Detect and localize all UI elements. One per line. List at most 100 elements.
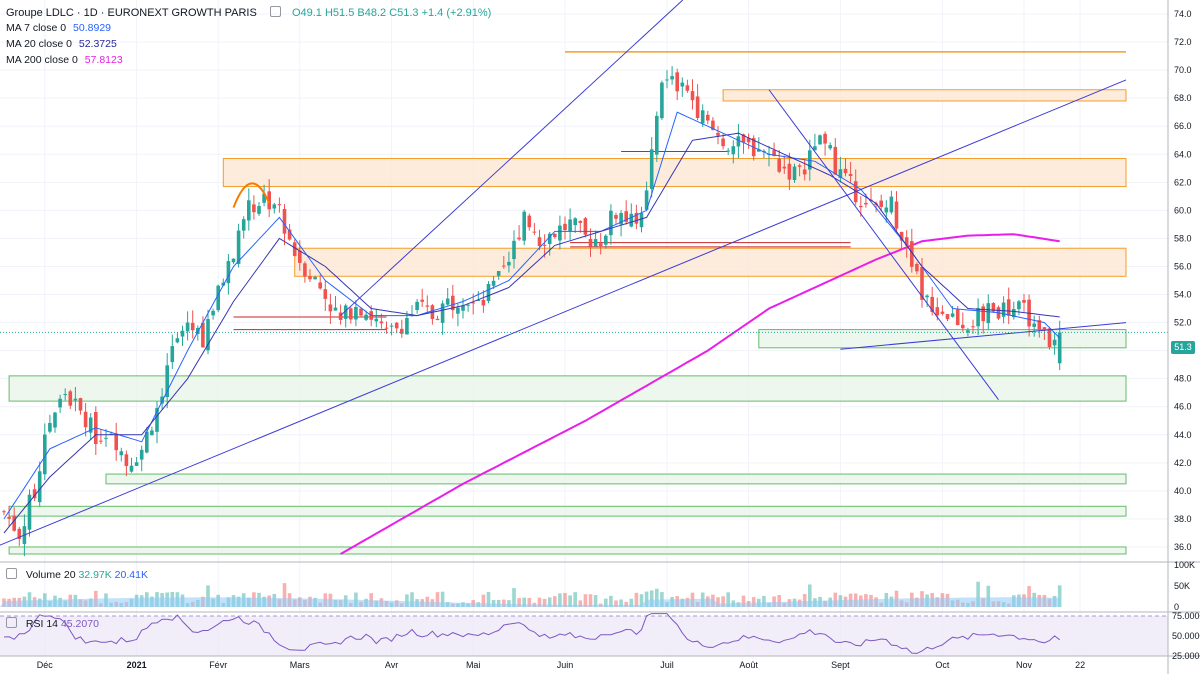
rsi-band: [0, 616, 1168, 656]
y-tick-label: 60.0: [1174, 205, 1192, 215]
y-tick-label: 44.0: [1174, 430, 1192, 440]
candle-body: [1052, 339, 1057, 346]
candle-body: [415, 301, 419, 310]
y-tick-label: 52.0: [1174, 318, 1192, 328]
x-tick-label: 22: [1075, 660, 1085, 670]
candle-body: [73, 398, 78, 401]
candle-body: [134, 462, 139, 466]
collapse-icon[interactable]: [6, 568, 17, 579]
candle-body: [99, 440, 103, 442]
y-tick-label: 46.0: [1174, 402, 1192, 412]
chart-svg[interactable]: 36.038.040.042.044.046.048.050.052.054.0…: [0, 0, 1200, 674]
legend-ma200[interactable]: MA 200 close 0 57.8123: [6, 54, 127, 66]
candle-body: [58, 398, 62, 408]
candle-body: [848, 173, 853, 176]
candle-body: [517, 237, 521, 240]
candle-body: [364, 314, 368, 320]
candle-body: [797, 165, 802, 167]
candle-body: [507, 261, 511, 266]
candle-body: [420, 299, 424, 302]
candle-body: [328, 304, 333, 312]
candle-body: [894, 201, 899, 229]
candle-body: [716, 132, 720, 136]
legend-rsi[interactable]: RSI 14 45.2070: [6, 617, 99, 630]
candle-body: [491, 280, 496, 286]
support-zone: [8, 505, 1127, 517]
candle-body: [695, 96, 700, 118]
candle-body: [542, 244, 547, 246]
price-badge-text: 51.3: [1174, 342, 1192, 352]
resistance-zone: [722, 89, 1127, 102]
rsi-label: RSI 14: [25, 618, 59, 630]
y-tick-label: 66.0: [1174, 121, 1192, 131]
candle-body: [1001, 302, 1006, 317]
candle-body: [216, 285, 220, 311]
candle-body: [104, 437, 108, 439]
candle-body: [211, 310, 215, 316]
candle-body: [1022, 300, 1026, 303]
legend-volume[interactable]: Volume 20 32.97K 20.41K: [6, 568, 148, 581]
candle-body: [955, 309, 960, 326]
candle-body: [165, 365, 169, 398]
y-tick-label: 36.0: [1174, 542, 1192, 552]
candle-body: [563, 223, 567, 230]
x-tick-label: Juin: [557, 660, 574, 670]
candle-body: [139, 449, 144, 460]
candle-body: [583, 218, 588, 235]
candle-body: [379, 321, 384, 324]
y-tick-label: 48.0: [1174, 374, 1192, 384]
candle-body: [792, 166, 797, 181]
ma200-label: MA 200 close 0: [6, 54, 78, 66]
candle-body: [282, 208, 287, 234]
candle-body: [1047, 328, 1052, 348]
rsi-tick-label: 75.0000: [1172, 611, 1200, 621]
candle-body: [818, 135, 822, 145]
candle-body: [593, 239, 598, 247]
candle-body: [119, 451, 124, 456]
candle-body: [700, 110, 705, 124]
candle-body: [338, 312, 343, 320]
collapse-icon[interactable]: [6, 617, 17, 628]
x-tick-label: Août: [739, 660, 758, 670]
candle-body: [502, 265, 506, 267]
ma200-value: 57.8123: [84, 54, 123, 66]
candle-body: [553, 233, 557, 238]
candle-body: [359, 308, 363, 316]
candle-body: [884, 207, 889, 213]
candle-body: [400, 328, 404, 334]
volume-tick-label: 100K: [1174, 560, 1195, 570]
volume-ma-value: 20.41K: [114, 569, 148, 581]
candle-body: [349, 308, 353, 320]
x-tick-label: Mars: [290, 660, 310, 670]
volume-tick-label: 50K: [1174, 581, 1190, 591]
candle-body: [629, 213, 634, 227]
candle-body: [323, 289, 328, 299]
support-zone: [105, 473, 1127, 485]
candle-body: [925, 295, 929, 298]
candle-body: [915, 263, 919, 272]
rsi-tick-label: 25.0000: [1172, 651, 1200, 661]
volume-pane: [0, 581, 1062, 607]
y-tick-label: 64.0: [1174, 149, 1192, 159]
eye-icon[interactable]: [269, 6, 281, 17]
candle-body: [257, 206, 261, 214]
x-tick-label: Juil: [660, 660, 674, 670]
candle-body: [889, 196, 894, 213]
candle-body: [726, 150, 730, 152]
candle-body: [864, 202, 868, 205]
candle-body: [675, 72, 679, 92]
candle-body: [787, 163, 792, 180]
candle-body: [1006, 299, 1011, 316]
x-tick-label: Mai: [466, 660, 481, 670]
legend-ma7[interactable]: MA 7 close 0 50.8929: [6, 22, 115, 34]
candle-body: [665, 79, 669, 81]
candle-body: [486, 284, 491, 302]
candle-body: [859, 205, 863, 208]
legend-ma20[interactable]: MA 20 close 0 52.3725: [6, 38, 121, 50]
candle-body: [68, 391, 73, 406]
volume-label: Volume 20: [25, 569, 76, 581]
candle-body: [180, 330, 185, 337]
candle-body: [425, 305, 430, 307]
x-tick-label: Nov: [1016, 660, 1033, 670]
candle-body: [731, 146, 736, 155]
